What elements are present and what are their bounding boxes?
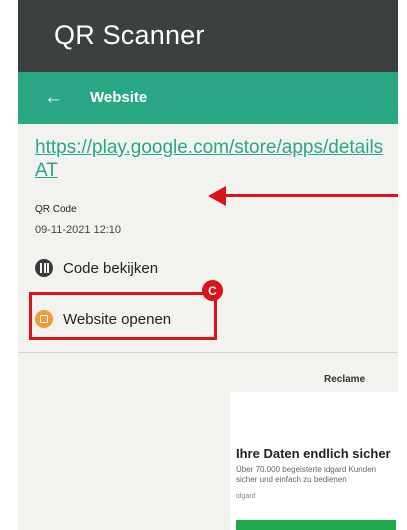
annotation-arrow [222, 194, 398, 197]
toolbar: ← Website [18, 72, 398, 124]
ad-card[interactable]: Ihre Daten endlich sicher Über 70.000 be… [230, 392, 398, 530]
annotation-arrow-head [208, 186, 226, 206]
toolbar-title: Website [90, 89, 148, 106]
url-link-continued[interactable]: AT [35, 159, 395, 182]
back-arrow-icon[interactable]: ← [44, 86, 63, 110]
barcode-icon [35, 259, 53, 277]
url-link[interactable]: https://play.google.com/store/apps/detai… [35, 136, 395, 159]
divider [18, 352, 398, 353]
app-header: QR Scanner [18, 0, 398, 72]
ad-body-line2: sicher und einfach zu bedienen [236, 475, 347, 484]
app-title: QR Scanner [54, 20, 205, 50]
ad-label: Reclame [324, 374, 366, 385]
scan-datetime: 09-11-2021 12:10 [35, 224, 122, 236]
ad-brand: idgard [236, 493, 256, 500]
ad-body-line1: Über 70.000 begeisterte idgard Kunden [236, 465, 377, 474]
code-type-label: QR Code [35, 204, 77, 215]
result-content: https://play.google.com/store/apps/detai… [18, 124, 398, 530]
annotation-badge: C [202, 280, 223, 301]
annotation-highlight-box [29, 292, 217, 340]
phone-screen: QR Scanner ← Website https://play.google… [18, 0, 398, 530]
view-code-label: Code bekijken [63, 259, 159, 277]
ad-headline: Ihre Daten endlich sicher [236, 446, 391, 461]
ad-cta-button[interactable] [236, 520, 396, 530]
view-code-button[interactable]: Code bekijken [35, 256, 158, 280]
